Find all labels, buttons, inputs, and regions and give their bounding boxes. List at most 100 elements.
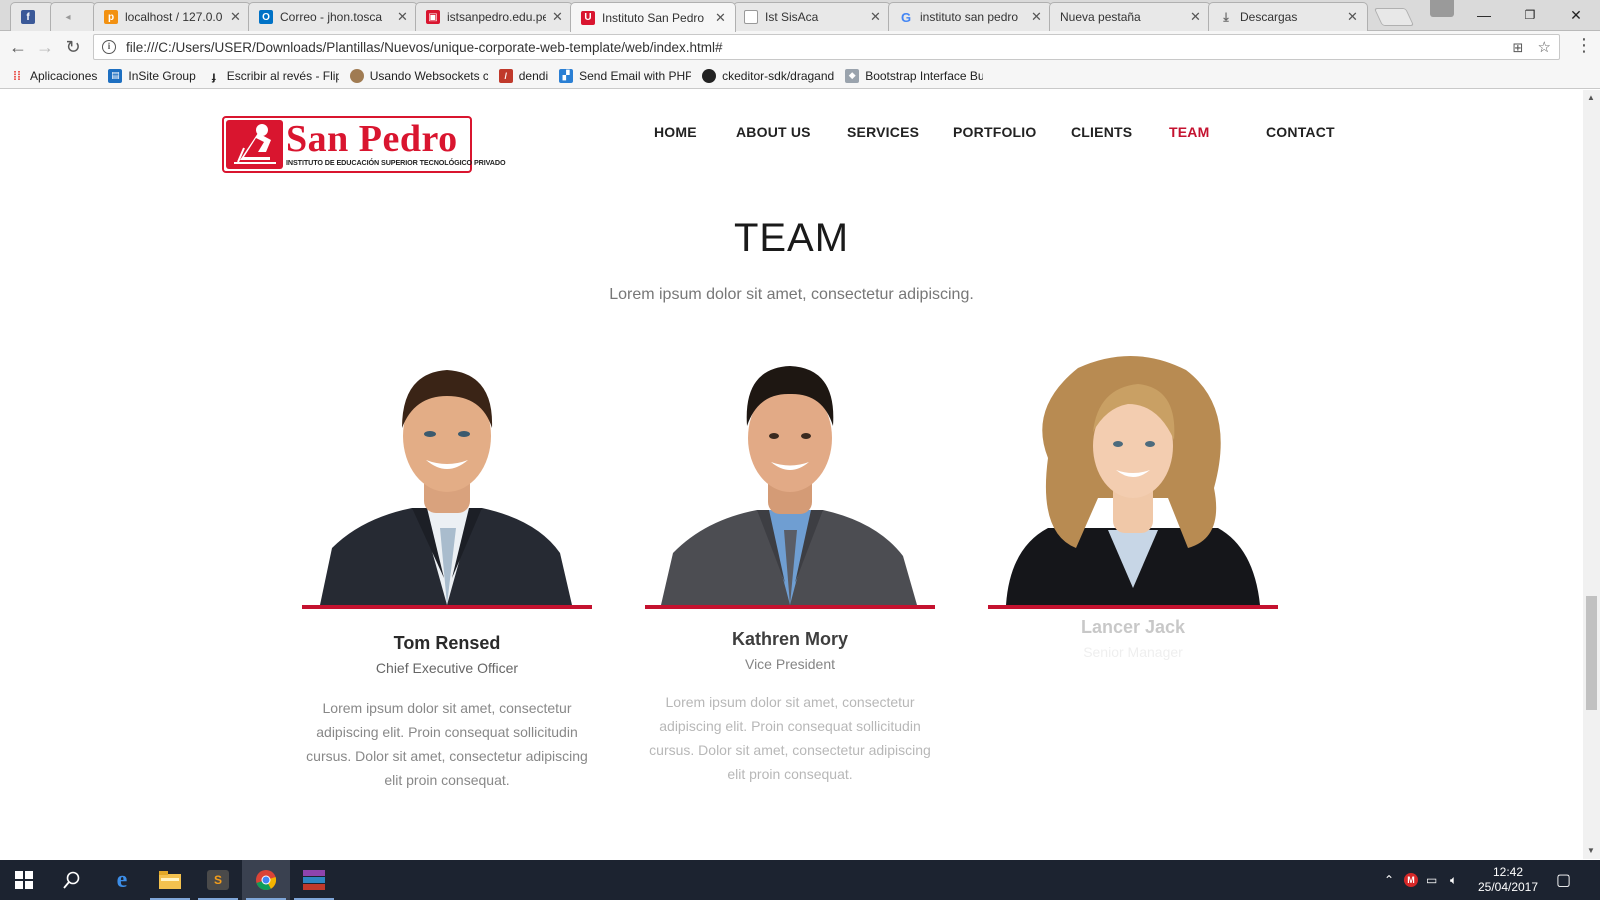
bookmark-label: Usando Websockets c bbox=[369, 68, 488, 83]
bookmark-ckeditor[interactable]: ckeditor-sdk/dragand bbox=[702, 68, 835, 83]
tab-label: localhost / 127.0.0 bbox=[125, 10, 223, 24]
translate-icon[interactable]: ⊞ bbox=[1512, 40, 1523, 55]
tab-istsanpedro[interactable]: ▣ istsanpedro.edu.pe ✕ bbox=[415, 2, 573, 31]
minimize-button[interactable]: — bbox=[1466, 3, 1502, 27]
nav-portfolio[interactable]: PORTFOLIO bbox=[953, 124, 1036, 140]
start-icon[interactable] bbox=[0, 860, 48, 900]
restore-button[interactable]: ❐ bbox=[1512, 3, 1548, 27]
profile-icon[interactable] bbox=[1430, 0, 1454, 17]
scrollbar-thumb[interactable] bbox=[1586, 596, 1597, 710]
user-avatar-icon bbox=[349, 68, 364, 83]
sublime-text-icon[interactable]: S bbox=[194, 860, 242, 900]
bookmark-bootstrap[interactable]: ◆ Bootstrap Interface Bu bbox=[845, 68, 983, 83]
bookmark-flip[interactable]: ɟ Escribir al revés - Flip bbox=[207, 69, 339, 83]
back-arrow-icon[interactable]: ← bbox=[6, 35, 30, 59]
team-member-card: Lancer Jack Senior Manager bbox=[988, 348, 1278, 660]
scroll-up-icon[interactable]: ▲ bbox=[1587, 93, 1595, 102]
close-icon[interactable]: ✕ bbox=[552, 9, 564, 25]
bookmarks-bar: ⁞⁞ Aplicaciones ▤ InSite Group ɟ Escribi… bbox=[0, 63, 1600, 89]
team-member-card: Kathren Mory Vice President Lorem ipsum … bbox=[645, 348, 935, 786]
chrome-icon[interactable] bbox=[242, 860, 290, 900]
antivirus-icon[interactable]: M bbox=[1404, 860, 1418, 900]
tab-audio[interactable]: ◂ bbox=[50, 2, 96, 31]
system-clock[interactable]: 12:42 25/04/2017 bbox=[1476, 865, 1540, 895]
bookmark-apps[interactable]: ⁞⁞ Aplicaciones bbox=[10, 69, 97, 83]
forward-arrow-icon[interactable]: → bbox=[33, 35, 57, 59]
member-name: Lancer Jack bbox=[1080, 617, 1186, 637]
team-section-subtitle: Lorem ipsum dolor sit amet, consectetur … bbox=[609, 286, 974, 303]
scroll-down-icon[interactable]: ▼ bbox=[1587, 846, 1595, 855]
member-accent-bar bbox=[988, 605, 1278, 609]
close-window-button[interactable]: ✕ bbox=[1558, 3, 1594, 27]
logo-mark-icon bbox=[226, 120, 283, 169]
winrar-icon[interactable] bbox=[290, 860, 338, 900]
tab-google-search[interactable]: G instituto san pedro ✕ bbox=[888, 2, 1052, 31]
bookmark-dendi[interactable]: / dendi bbox=[498, 68, 549, 83]
nav-about-us[interactable]: ABOUT US bbox=[736, 124, 811, 140]
member-photo bbox=[988, 348, 1278, 605]
close-icon[interactable]: ✕ bbox=[1031, 9, 1043, 25]
team-section-title: TEAM bbox=[733, 216, 850, 260]
volume-icon[interactable]: 🔈︎ bbox=[1450, 860, 1457, 900]
notifications-icon[interactable]: ▢ bbox=[1556, 860, 1571, 900]
outlook-icon: O bbox=[259, 10, 273, 24]
tab-label: Correo - jhon.tosca bbox=[280, 10, 383, 24]
bookmark-label: Escribir al revés - Flip bbox=[226, 68, 339, 83]
tab-label: Descargas bbox=[1240, 10, 1298, 24]
bookmark-websockets[interactable]: Usando Websockets c bbox=[349, 68, 488, 83]
logo-tagline: INSTITUTO DE EDUCACIÓN SUPERIOR TECNOLÓG… bbox=[286, 158, 506, 167]
tab-label: istsanpedro.edu.pe bbox=[447, 10, 546, 24]
close-icon[interactable]: ✕ bbox=[397, 9, 409, 25]
apps-grid-icon: ⁞⁞ bbox=[13, 68, 21, 83]
url-text: file:///C:/Users/USER/Downloads/Plantill… bbox=[126, 39, 723, 55]
page-scrollbar[interactable]: ▲ ▼ bbox=[1583, 90, 1600, 859]
nav-team[interactable]: TEAM bbox=[1169, 124, 1209, 140]
tab-outlook[interactable]: O Correo - jhon.tosca ✕ bbox=[248, 2, 418, 31]
bookmark-label: Send Email with PHP bbox=[579, 68, 692, 83]
member-accent-bar bbox=[645, 605, 935, 609]
bookmark-label: InSite Group bbox=[128, 68, 196, 83]
team-member-card: Tom Rensed Chief Executive Officer Lorem… bbox=[302, 348, 592, 792]
close-icon[interactable]: ✕ bbox=[1190, 9, 1202, 25]
nav-home[interactable]: HOME bbox=[654, 124, 697, 140]
search-icon[interactable] bbox=[48, 860, 96, 900]
new-tab-button[interactable] bbox=[1373, 8, 1415, 26]
download-icon: ⤓ bbox=[1223, 9, 1229, 24]
close-icon[interactable]: ✕ bbox=[715, 10, 727, 26]
bookmark-send-email[interactable]: ▞ Send Email with PHP bbox=[559, 68, 692, 83]
tab-phpmyadmin[interactable]: p localhost / 127.0.0 ✕ bbox=[93, 2, 251, 31]
close-icon[interactable]: ✕ bbox=[1347, 9, 1359, 25]
insite-icon: ▤ bbox=[108, 68, 123, 83]
bookmark-insite[interactable]: ▤ InSite Group bbox=[108, 68, 196, 83]
info-icon[interactable]: i bbox=[102, 40, 116, 54]
tab-sisaca[interactable]: Ist SisAca ✕ bbox=[733, 2, 891, 31]
member-name: Kathren Mory bbox=[731, 629, 848, 649]
site-logo[interactable]: San Pedro INSTITUTO DE EDUCACIÓN SUPERIO… bbox=[222, 116, 506, 173]
tab-label: instituto san pedro bbox=[920, 10, 1019, 24]
bookmark-star-icon[interactable]: ☆ bbox=[1538, 39, 1551, 56]
tab-facebook[interactable]: f bbox=[10, 2, 54, 31]
network-icon[interactable]: ▭ bbox=[1426, 860, 1437, 900]
tab-new-tab[interactable]: Nueva pestaña ✕ bbox=[1049, 2, 1211, 31]
edge-icon[interactable]: e bbox=[98, 860, 146, 900]
nav-contact[interactable]: CONTACT bbox=[1266, 124, 1335, 140]
menu-dots-icon[interactable]: ⋮ bbox=[1575, 35, 1593, 56]
bookmark-label: ckeditor-sdk/dragand bbox=[722, 68, 835, 83]
close-icon[interactable]: ✕ bbox=[870, 9, 882, 25]
tab-label: Instituto San Pedro bbox=[602, 10, 705, 25]
tray-chevron-icon[interactable]: ⌃ bbox=[1384, 860, 1394, 900]
close-icon[interactable]: ✕ bbox=[230, 9, 242, 25]
email-icon: ▞ bbox=[559, 68, 574, 83]
phpmyadmin-icon: p bbox=[104, 10, 118, 24]
nav-clients[interactable]: CLIENTS bbox=[1071, 124, 1132, 140]
nav-services[interactable]: SERVICES bbox=[847, 124, 919, 140]
address-bar[interactable]: i file:///C:/Users/USER/Downloads/Planti… bbox=[93, 34, 1560, 60]
member-role: Vice President bbox=[744, 656, 835, 672]
file-explorer-icon[interactable] bbox=[146, 860, 194, 900]
site-icon: ▣ bbox=[426, 10, 440, 24]
reload-icon[interactable]: ↻ bbox=[61, 35, 85, 59]
github-icon bbox=[702, 68, 717, 83]
bookmark-label: dendi bbox=[518, 68, 549, 83]
tab-instituto-san-pedro[interactable]: U Instituto San Pedro ✕ bbox=[570, 2, 736, 32]
tab-downloads[interactable]: ⤓ Descargas ✕ bbox=[1208, 2, 1368, 31]
